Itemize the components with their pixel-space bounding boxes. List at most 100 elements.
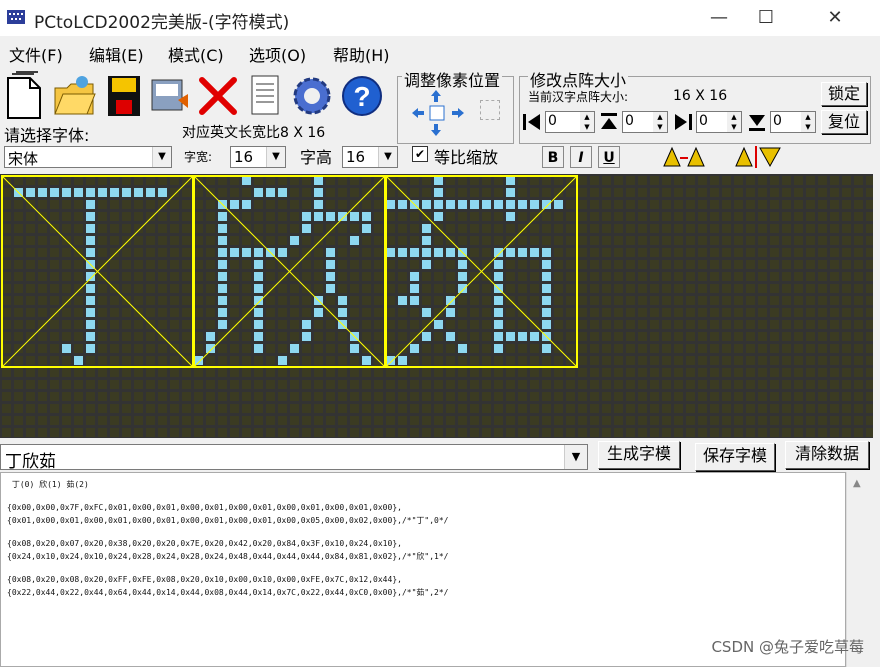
matrix-pixel[interactable] (410, 236, 419, 245)
matrix-pixel[interactable] (386, 248, 395, 257)
matrix-pixel[interactable] (98, 236, 107, 245)
matrix-pixel[interactable] (674, 224, 683, 233)
matrix-pixel[interactable] (62, 404, 71, 413)
matrix-pixel[interactable] (110, 392, 119, 401)
matrix-pixel[interactable] (554, 296, 563, 305)
matrix-pixel[interactable] (830, 380, 839, 389)
matrix-pixel[interactable] (602, 404, 611, 413)
notepad-icon[interactable] (244, 70, 288, 120)
matrix-pixel[interactable] (122, 356, 131, 365)
matrix-pixel[interactable] (626, 224, 635, 233)
matrix-pixel[interactable] (530, 332, 539, 341)
matrix-pixel[interactable] (398, 404, 407, 413)
matrix-pixel[interactable] (386, 392, 395, 401)
matrix-pixel[interactable] (62, 356, 71, 365)
matrix-pixel[interactable] (518, 320, 527, 329)
matrix-pixel[interactable] (602, 428, 611, 437)
matrix-pixel[interactable] (830, 404, 839, 413)
matrix-pixel[interactable] (674, 176, 683, 185)
matrix-pixel[interactable] (830, 416, 839, 425)
matrix-pixel[interactable] (866, 404, 873, 413)
matrix-pixel[interactable] (482, 428, 491, 437)
matrix-pixel[interactable] (854, 260, 863, 269)
new-file-icon[interactable] (4, 70, 48, 120)
matrix-pixel[interactable] (86, 428, 95, 437)
matrix-pixel[interactable] (854, 428, 863, 437)
matrix-pixel[interactable] (710, 428, 719, 437)
matrix-pixel[interactable] (398, 368, 407, 377)
matrix-pixel[interactable] (854, 356, 863, 365)
matrix-pixel[interactable] (26, 392, 35, 401)
matrix-pixel[interactable] (122, 344, 131, 353)
matrix-pixel[interactable] (530, 224, 539, 233)
matrix-pixel[interactable] (134, 188, 143, 197)
matrix-pixel[interactable] (854, 212, 863, 221)
matrix-pixel[interactable] (182, 188, 191, 197)
matrix-pixel[interactable] (14, 248, 23, 257)
matrix-pixel[interactable] (722, 224, 731, 233)
matrix-pixel[interactable] (38, 260, 47, 269)
matrix-pixel[interactable] (626, 212, 635, 221)
matrix-pixel[interactable] (770, 236, 779, 245)
matrix-pixel[interactable] (518, 332, 527, 341)
matrix-pixel[interactable] (818, 368, 827, 377)
matrix-pixel[interactable] (866, 320, 873, 329)
matrix-pixel[interactable] (230, 392, 239, 401)
matrix-pixel[interactable] (362, 284, 371, 293)
matrix-pixel[interactable] (638, 236, 647, 245)
matrix-pixel[interactable] (362, 248, 371, 257)
matrix-pixel[interactable] (458, 224, 467, 233)
matrix-pixel[interactable] (554, 272, 563, 281)
matrix-pixel[interactable] (158, 392, 167, 401)
matrix-pixel[interactable] (230, 332, 239, 341)
matrix-pixel[interactable] (206, 224, 215, 233)
matrix-pixel[interactable] (50, 248, 59, 257)
matrix-pixel[interactable] (38, 320, 47, 329)
matrix-pixel[interactable] (866, 308, 873, 317)
matrix-pixel[interactable] (866, 224, 873, 233)
matrix-pixel[interactable] (278, 404, 287, 413)
matrix-pixel[interactable] (266, 320, 275, 329)
matrix-pixel[interactable] (314, 332, 323, 341)
matrix-pixel[interactable] (422, 392, 431, 401)
matrix-pixel[interactable] (866, 416, 873, 425)
matrix-pixel[interactable] (638, 380, 647, 389)
matrix-pixel[interactable] (734, 224, 743, 233)
matrix-pixel[interactable] (206, 368, 215, 377)
matrix-pixel[interactable] (110, 332, 119, 341)
matrix-pixel[interactable] (698, 416, 707, 425)
matrix-pixel[interactable] (230, 416, 239, 425)
matrix-pixel[interactable] (782, 236, 791, 245)
matrix-pixel[interactable] (710, 200, 719, 209)
matrix-pixel[interactable] (578, 332, 587, 341)
matrix-pixel[interactable] (266, 296, 275, 305)
matrix-pixel[interactable] (134, 428, 143, 437)
matrix-pixel[interactable] (230, 404, 239, 413)
matrix-pixel[interactable] (710, 308, 719, 317)
matrix-pixel[interactable] (638, 428, 647, 437)
matrix-pixel[interactable] (770, 392, 779, 401)
matrix-pixel[interactable] (122, 224, 131, 233)
matrix-pixel[interactable] (854, 296, 863, 305)
matrix-pixel[interactable] (446, 260, 455, 269)
matrix-pixel[interactable] (242, 380, 251, 389)
matrix-pixel[interactable] (554, 176, 563, 185)
matrix-pixel[interactable] (626, 200, 635, 209)
matrix-pixel[interactable] (398, 236, 407, 245)
matrix-pixel[interactable] (494, 272, 503, 281)
matrix-pixel[interactable] (194, 272, 203, 281)
matrix-pixel[interactable] (266, 212, 275, 221)
matrix-pixel[interactable] (110, 272, 119, 281)
matrix-pixel[interactable] (218, 308, 227, 317)
matrix-pixel[interactable] (542, 224, 551, 233)
matrix-pixel[interactable] (542, 272, 551, 281)
matrix-pixel[interactable] (254, 212, 263, 221)
matrix-pixel[interactable] (86, 284, 95, 293)
matrix-pixel[interactable] (494, 212, 503, 221)
matrix-pixel[interactable] (830, 368, 839, 377)
matrix-pixel[interactable] (410, 416, 419, 425)
matrix-pixel[interactable] (170, 392, 179, 401)
matrix-pixel[interactable] (698, 296, 707, 305)
matrix-pixel[interactable] (182, 380, 191, 389)
matrix-pixel[interactable] (758, 368, 767, 377)
